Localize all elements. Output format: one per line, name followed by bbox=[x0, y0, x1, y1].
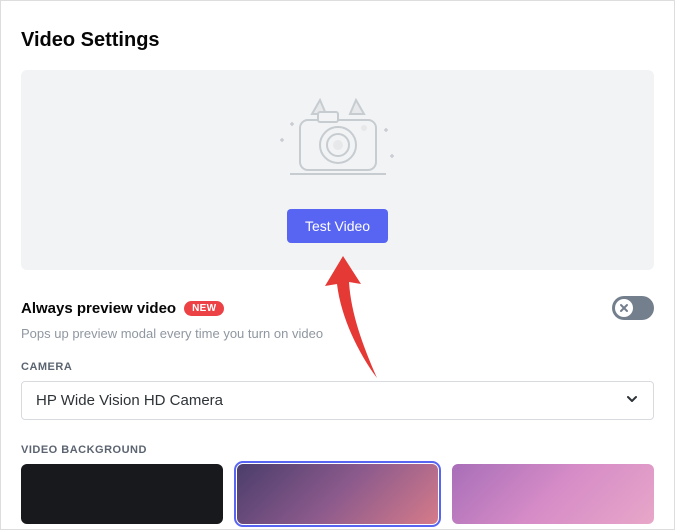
background-tile-pink[interactable] bbox=[452, 464, 654, 524]
camera-select-value: HP Wide Vision HD Camera bbox=[36, 392, 223, 409]
camera-select[interactable]: HP Wide Vision HD Camera bbox=[21, 381, 654, 420]
video-background-section-header: VIDEO BACKGROUND bbox=[21, 444, 654, 456]
always-preview-row: Always preview video NEW bbox=[21, 296, 654, 320]
chevron-down-icon bbox=[625, 392, 639, 409]
background-tile-selected[interactable] bbox=[237, 464, 439, 524]
background-tile-none[interactable] bbox=[21, 464, 223, 524]
always-preview-label: Always preview video bbox=[21, 300, 176, 317]
always-preview-description: Pops up preview modal every time you tur… bbox=[21, 326, 654, 341]
toggle-off-icon bbox=[615, 299, 633, 317]
camera-illustration-icon bbox=[268, 98, 408, 191]
always-preview-toggle[interactable] bbox=[612, 296, 654, 320]
camera-section-header: CAMERA bbox=[21, 361, 654, 373]
video-preview-box: Test Video bbox=[21, 70, 654, 270]
new-badge: NEW bbox=[184, 301, 224, 316]
test-video-button[interactable]: Test Video bbox=[287, 209, 388, 243]
background-tiles-row bbox=[21, 464, 654, 524]
page-title: Video Settings bbox=[21, 29, 654, 52]
